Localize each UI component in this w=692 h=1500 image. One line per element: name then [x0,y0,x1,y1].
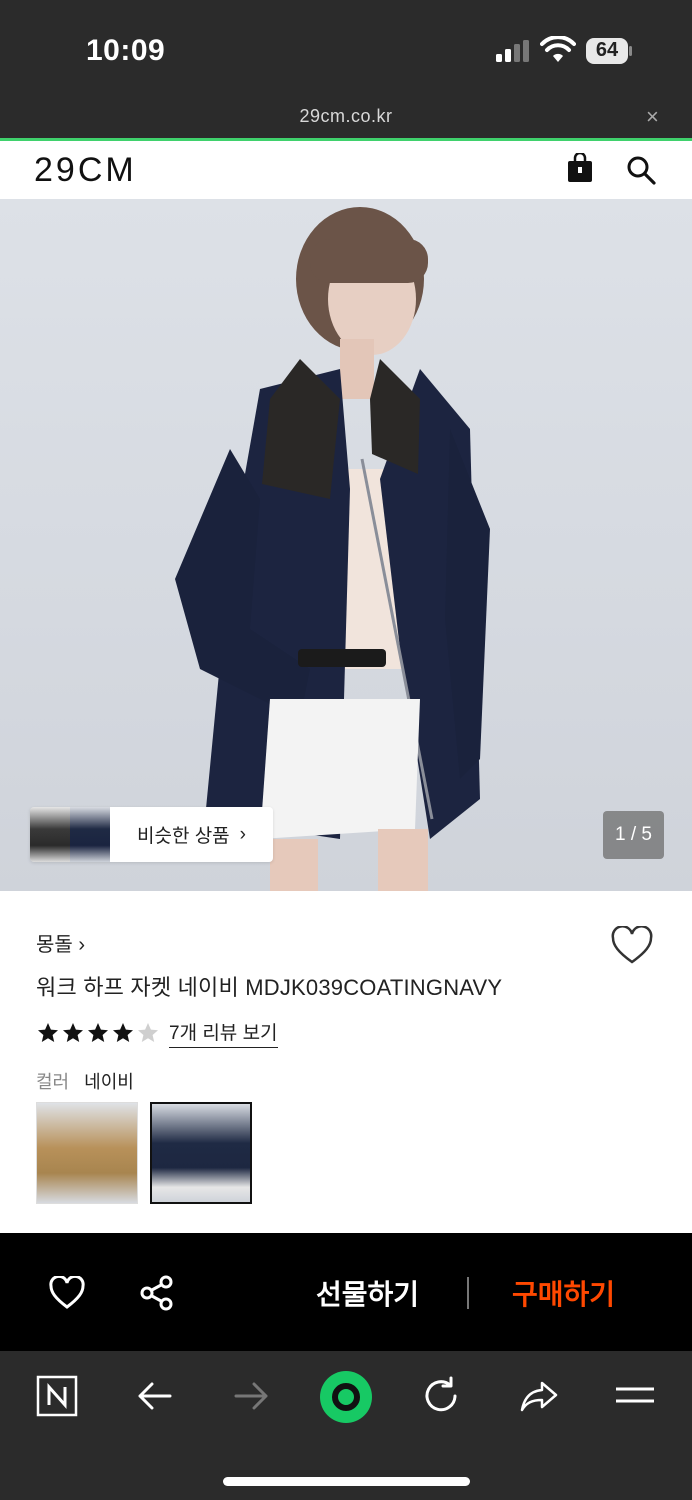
action-divider [467,1277,469,1309]
url-bar[interactable]: 29cm.co.kr [0,106,692,127]
product-image[interactable]: 비슷한 상품 › 1 / 5 [0,199,692,891]
similar-products-button[interactable]: 비슷한 상품 › [30,807,273,862]
close-icon[interactable]: × [646,104,659,130]
forward-icon[interactable] [230,1375,272,1417]
color-value: 네이비 [84,1072,134,1092]
green-home-icon[interactable] [320,1371,372,1423]
similar-products-label: 비슷한 상품 › [110,807,273,862]
color-swatches [36,1102,252,1204]
model-illustration [175,207,490,891]
star-filled-icon [38,1023,58,1042]
wifi-icon [540,36,576,62]
color-swatch-beige[interactable] [36,1102,138,1204]
star-filled-icon [63,1023,83,1042]
gift-button[interactable]: 선물하기 [316,1273,419,1313]
menu-icon[interactable] [614,1375,656,1417]
browser-top-chrome: 10:09 64 29cm.co.kr × [0,0,692,141]
back-icon[interactable] [134,1375,176,1417]
cellular-signal-icon [496,40,529,62]
site-header: 29CM [0,141,692,199]
similar-products-text: 비슷한 상품 [136,826,230,847]
rating-row: 7개 리뷰 보기 [36,1018,278,1048]
battery-level: 64 [595,39,619,61]
home-indicator [223,1477,470,1486]
product-name: 워크 하프 자켓 네이비 MDJK039COATINGNAVY [36,975,503,1000]
review-link[interactable]: 7개 리뷰 보기 [169,1018,278,1048]
browser-toolbar [0,1351,692,1500]
star-empty-icon [138,1023,158,1042]
battery-icon: 64 [586,38,632,64]
star-filled-icon [88,1023,108,1042]
purchase-action-bar: 선물하기 구매하기 [0,1233,692,1351]
bag-icon[interactable] [566,153,594,183]
color-label: 컬러 [36,1072,70,1092]
status-time: 10:09 [86,34,166,67]
color-row: 컬러 네이비 [36,1068,134,1094]
image-page-indicator: 1 / 5 [603,811,664,859]
chevron-right-icon: › [239,823,246,845]
similar-thumb [70,807,110,862]
n-icon[interactable] [36,1375,78,1417]
share-icon[interactable] [140,1275,174,1311]
brand-link[interactable]: 몽돌 › [36,928,85,957]
chevron-right-icon: › [78,934,86,956]
reload-icon[interactable] [420,1375,462,1417]
similar-thumb [30,807,70,862]
star-filled-icon [113,1023,133,1042]
buy-button[interactable]: 구매하기 [512,1273,615,1313]
site-logo[interactable]: 29CM [34,151,137,190]
heart-icon[interactable] [610,926,654,966]
rating-stars [36,1021,161,1045]
heart-icon[interactable] [48,1276,86,1310]
share-arrow-icon[interactable] [518,1375,560,1417]
color-swatch-navy-selected[interactable] [150,1102,252,1204]
search-icon[interactable] [626,155,656,185]
brand-name: 몽돌 [36,934,73,956]
